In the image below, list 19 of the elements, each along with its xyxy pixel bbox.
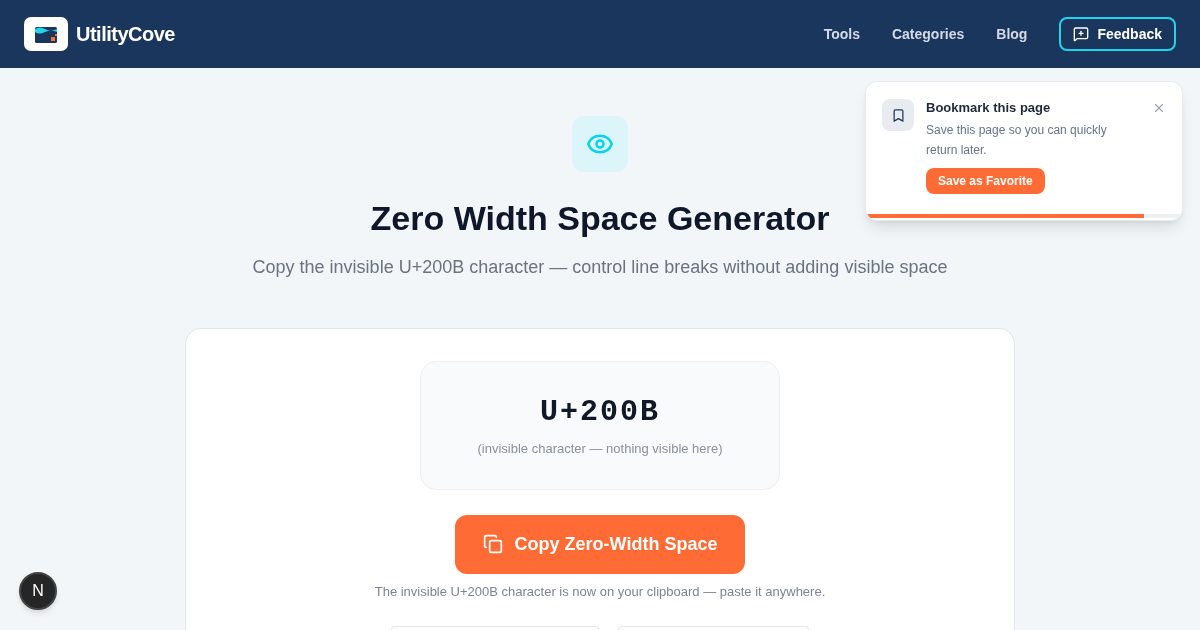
status-message: The invisible U+200B character is now on your clipboard — paste it anywhere. bbox=[374, 584, 826, 600]
nav-link[interactable]: Blog bbox=[996, 23, 1028, 45]
page-subtitle: Copy the invisible U+200B character — control line breaks without adding visible space bbox=[252, 256, 948, 279]
unicode-code: U+200B bbox=[540, 394, 660, 430]
copy-icon bbox=[482, 534, 503, 555]
dev-indicator-button[interactable]: N bbox=[19, 572, 57, 610]
toast-title: Bookmark this page bbox=[926, 99, 1051, 117]
nav-link[interactable]: Tools bbox=[823, 23, 860, 45]
feedback-button[interactable]: Feedback bbox=[1059, 17, 1176, 51]
nav-link[interactable]: Categories bbox=[891, 23, 965, 45]
site-logo-text[interactable]: UtilityCove bbox=[76, 19, 175, 49]
toast-message: Save this page so you can quickly return later. bbox=[926, 122, 1108, 159]
message-plus-icon bbox=[1073, 26, 1090, 42]
close-icon[interactable] bbox=[1152, 101, 1166, 115]
page-title: Zero Width Space Generator bbox=[370, 198, 830, 238]
eye-icon bbox=[572, 116, 628, 172]
bookmark-icon bbox=[882, 99, 914, 131]
logo-icon[interactable] bbox=[24, 17, 68, 51]
code-hint: (invisible character — nothing visible here) bbox=[477, 440, 723, 458]
